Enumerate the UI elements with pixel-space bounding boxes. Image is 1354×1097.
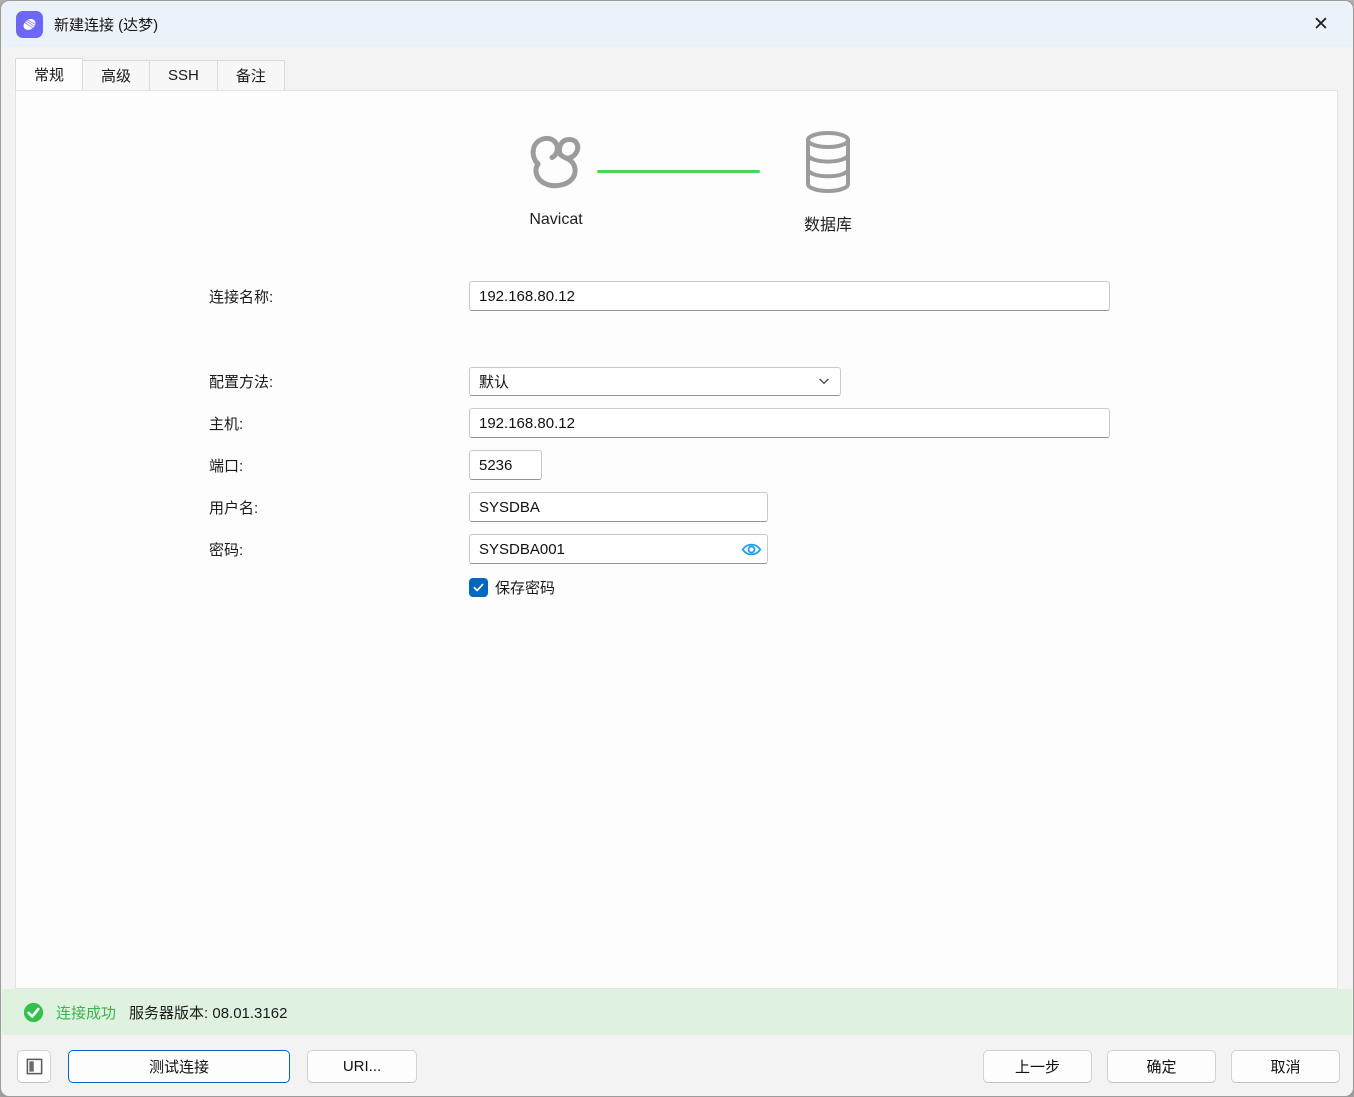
port-row: 端口: xyxy=(209,450,542,480)
titlebar: 新建连接 (达梦) ✕ xyxy=(2,2,1352,47)
host-label: 主机: xyxy=(209,415,244,433)
status-result: 连接成功 xyxy=(56,1004,117,1022)
username-label: 用户名: xyxy=(209,499,259,517)
navicat-logo-glyph xyxy=(23,19,36,30)
password-input[interactable] xyxy=(469,534,768,564)
database-icon xyxy=(806,131,850,193)
host-input[interactable] xyxy=(469,408,1110,438)
tab-notes[interactable]: 备注 xyxy=(216,60,285,90)
config-method-label: 配置方法: xyxy=(209,373,274,391)
uri-button[interactable]: URI... xyxy=(307,1050,417,1083)
connection-graphic: Navicat 数据库 xyxy=(16,130,1337,280)
connection-name-row: 连接名称: xyxy=(209,281,1110,311)
success-check-icon xyxy=(23,1002,44,1022)
window-title: 新建连接 (达梦) xyxy=(54,17,159,34)
general-tab-panel: Navicat 数据库 连接名称: 配置方法: 默认 xyxy=(15,90,1338,989)
footer-bar: 测试连接 URI... 上一步 确定 取消 xyxy=(2,1035,1352,1095)
graphic-source: Navicat xyxy=(511,130,601,229)
close-button[interactable]: ✕ xyxy=(1304,8,1338,42)
status-server-version: 服务器版本: 08.01.3162 xyxy=(129,1004,288,1022)
host-row: 主机: xyxy=(209,408,1110,438)
save-password-checkbox[interactable] xyxy=(469,578,488,597)
navicat-icon xyxy=(530,135,581,189)
sidebar-panel-icon xyxy=(26,1058,42,1075)
password-label: 密码: xyxy=(209,541,244,559)
connection-name-input[interactable] xyxy=(469,281,1110,311)
ok-button[interactable]: 确定 xyxy=(1107,1050,1216,1083)
connection-name-label: 连接名称: xyxy=(209,288,274,306)
password-row: 密码: xyxy=(209,534,768,564)
config-method-select[interactable]: 默认 xyxy=(469,366,841,396)
test-connection-button[interactable]: 测试连接 xyxy=(68,1050,290,1083)
save-password-row: 保存密码 xyxy=(469,577,555,598)
username-input[interactable] xyxy=(469,492,768,522)
toggle-sidebar-button[interactable] xyxy=(17,1050,51,1083)
tab-ssh[interactable]: SSH xyxy=(149,60,218,90)
tab-strip: 常规 高级 SSH 备注 xyxy=(15,58,285,90)
show-password-eye-icon[interactable] xyxy=(740,538,762,560)
tab-general[interactable]: 常规 xyxy=(15,58,84,90)
connection-line xyxy=(597,170,760,173)
target-label: 数据库 xyxy=(803,217,852,234)
status-bar: 连接成功 服务器版本: 08.01.3162 xyxy=(2,989,1352,1035)
port-label: 端口: xyxy=(209,457,244,475)
chevron-down-icon xyxy=(817,374,831,388)
config-method-value: 默认 xyxy=(479,373,510,391)
graphic-target: 数据库 xyxy=(783,130,873,235)
config-method-row: 配置方法: 默认 xyxy=(209,366,841,396)
tab-advanced[interactable]: 高级 xyxy=(82,60,151,90)
source-label: Navicat xyxy=(529,211,583,228)
back-button[interactable]: 上一步 xyxy=(983,1050,1092,1083)
cancel-button[interactable]: 取消 xyxy=(1231,1050,1340,1083)
port-input[interactable] xyxy=(469,450,542,480)
username-row: 用户名: xyxy=(209,492,768,522)
save-password-label: 保存密码 xyxy=(495,580,556,597)
new-connection-dialog: 新建连接 (达梦) ✕ 常规 高级 SSH 备注 Navicat 数据库 连接名… xyxy=(0,0,1354,1097)
check-icon xyxy=(473,583,484,592)
navicat-app-icon xyxy=(16,11,43,38)
